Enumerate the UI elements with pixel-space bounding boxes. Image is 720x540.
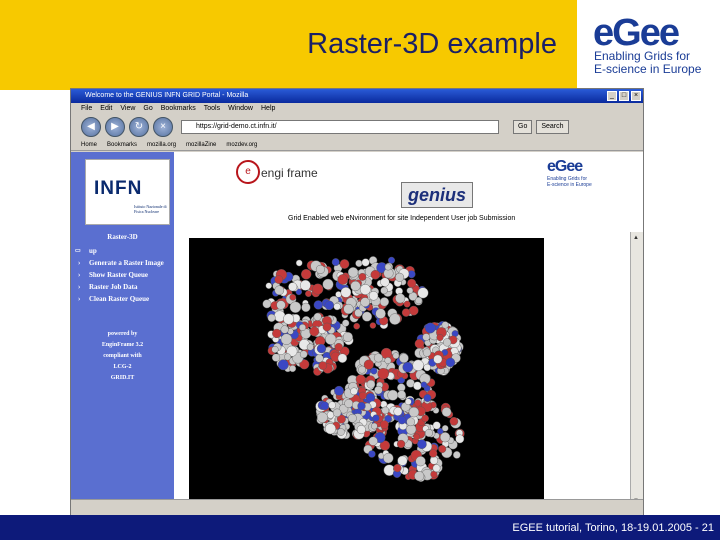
window-controls: _ □ ×: [607, 91, 641, 101]
menu-bookmarks[interactable]: Bookmarks: [161, 103, 196, 115]
search-button[interactable]: Search: [536, 120, 569, 134]
maximize-icon[interactable]: □: [619, 91, 629, 101]
egee-small-tag-2: E-science in Europe: [547, 182, 592, 188]
egee-logo-tagline: Enabling Grids for E-science in Europe: [594, 50, 701, 76]
sidebar-item-clean[interactable]: Clean Raster Queue: [75, 293, 171, 305]
minimize-icon[interactable]: _: [607, 91, 617, 101]
window-title: Welcome to the GENIUS INFN GRID Portal -…: [85, 92, 249, 99]
menu-help[interactable]: Help: [261, 103, 275, 115]
genius-logo: genius: [401, 182, 473, 208]
menu-tools[interactable]: Tools: [204, 103, 220, 115]
enginframe-logo: engi frame: [261, 166, 318, 180]
menu-window[interactable]: Window: [228, 103, 253, 115]
bookmark-mozillazine[interactable]: mozillaZine: [186, 139, 216, 150]
powered-by: powered by EnginFrame 3.2 compliant with…: [71, 329, 174, 384]
page-content: INFN Istituto Nazionale di Fisica Nuclea…: [71, 152, 643, 507]
menu-edit[interactable]: Edit: [100, 103, 112, 115]
sidebar-item-generate[interactable]: Generate a Raster Image: [75, 257, 171, 269]
bookmarks-toolbar: Home Bookmarks mozilla.org mozillaZine m…: [71, 139, 643, 151]
egee-small-logo: eGee: [547, 158, 583, 175]
sidebar-item-job-data[interactable]: Raster Job Data: [75, 281, 171, 293]
menu-bar: File Edit View Go Bookmarks Tools Window…: [71, 103, 643, 115]
menu-file[interactable]: File: [81, 103, 92, 115]
enginframe-logo-icon: e: [236, 160, 260, 184]
egee-small-tagline: Enabling Grids for E-science in Europe: [547, 176, 592, 188]
menu-view[interactable]: View: [120, 103, 135, 115]
portal-header: e engi frame genius eGee Enabling Grids …: [174, 152, 643, 237]
stop-icon[interactable]: ×: [153, 117, 173, 137]
bookmark-mozdev[interactable]: mozdev.org: [226, 139, 257, 150]
powered-line: compliant with: [103, 353, 142, 359]
slide-title: Raster-3D example: [307, 28, 557, 60]
egee-logo: eGee Enabling Grids for E-science in Eur…: [577, 0, 720, 90]
scroll-up-icon[interactable]: ▲: [633, 234, 641, 242]
go-button[interactable]: Go: [513, 120, 533, 134]
egee-tagline-2: E-science in Europe: [594, 62, 702, 76]
powered-line: powered by: [107, 331, 138, 337]
powered-line: EnginFrame 3.2: [101, 342, 144, 348]
bookmark-bookmarks[interactable]: Bookmarks: [107, 139, 137, 150]
sidebar-heading: Raster-3D: [107, 233, 138, 241]
browser-titlebar: Welcome to the GENIUS INFN GRID Portal -…: [71, 89, 643, 103]
back-icon[interactable]: ◀: [81, 117, 101, 137]
protein-molecule-render: [262, 256, 465, 482]
raster-3d-image: [189, 238, 544, 507]
browser-window: Welcome to the GENIUS INFN GRID Portal -…: [70, 88, 644, 516]
sidebar-menu: up Generate a Raster Image Show Raster Q…: [75, 245, 171, 305]
infn-logo-sub: Istituto Nazionale di Fisica Nucleare: [134, 204, 167, 214]
close-icon[interactable]: ×: [631, 91, 641, 101]
sidebar-item-queue[interactable]: Show Raster Queue: [75, 269, 171, 281]
forward-icon[interactable]: ▶: [105, 117, 125, 137]
sidebar-item-up[interactable]: up: [75, 245, 171, 257]
powered-line: GRID.IT: [110, 375, 135, 381]
page-scrollbar[interactable]: ▲ ▼: [630, 232, 643, 507]
footer-text: EGEE tutorial, Torino, 18-19.01.2005 - 2…: [512, 522, 714, 534]
bookmark-mozilla-org[interactable]: mozilla.org: [147, 139, 176, 150]
infn-logo: INFN Istituto Nazionale di Fisica Nuclea…: [85, 159, 170, 225]
title-band: Raster-3D example: [0, 0, 577, 90]
reload-icon[interactable]: ↻: [129, 117, 149, 137]
powered-line: LCG-2: [113, 364, 132, 370]
url-input[interactable]: https://grid-demo.ct.infn.it/: [181, 120, 499, 134]
infn-logo-text: INFN: [94, 178, 143, 199]
status-bar: [71, 499, 643, 507]
menu-go[interactable]: Go: [143, 103, 152, 115]
navigation-toolbar: ◀ ▶ ↻ × https://grid-demo.ct.infn.it/ Go…: [71, 115, 643, 139]
bookmark-home[interactable]: Home: [81, 139, 97, 150]
portal-sidebar: INFN Istituto Nazionale di Fisica Nuclea…: [71, 152, 174, 507]
genius-description: Grid Enabled web eNvironment for site In…: [288, 215, 516, 222]
slide-footer: EGEE tutorial, Torino, 18-19.01.2005 - 2…: [0, 515, 720, 540]
